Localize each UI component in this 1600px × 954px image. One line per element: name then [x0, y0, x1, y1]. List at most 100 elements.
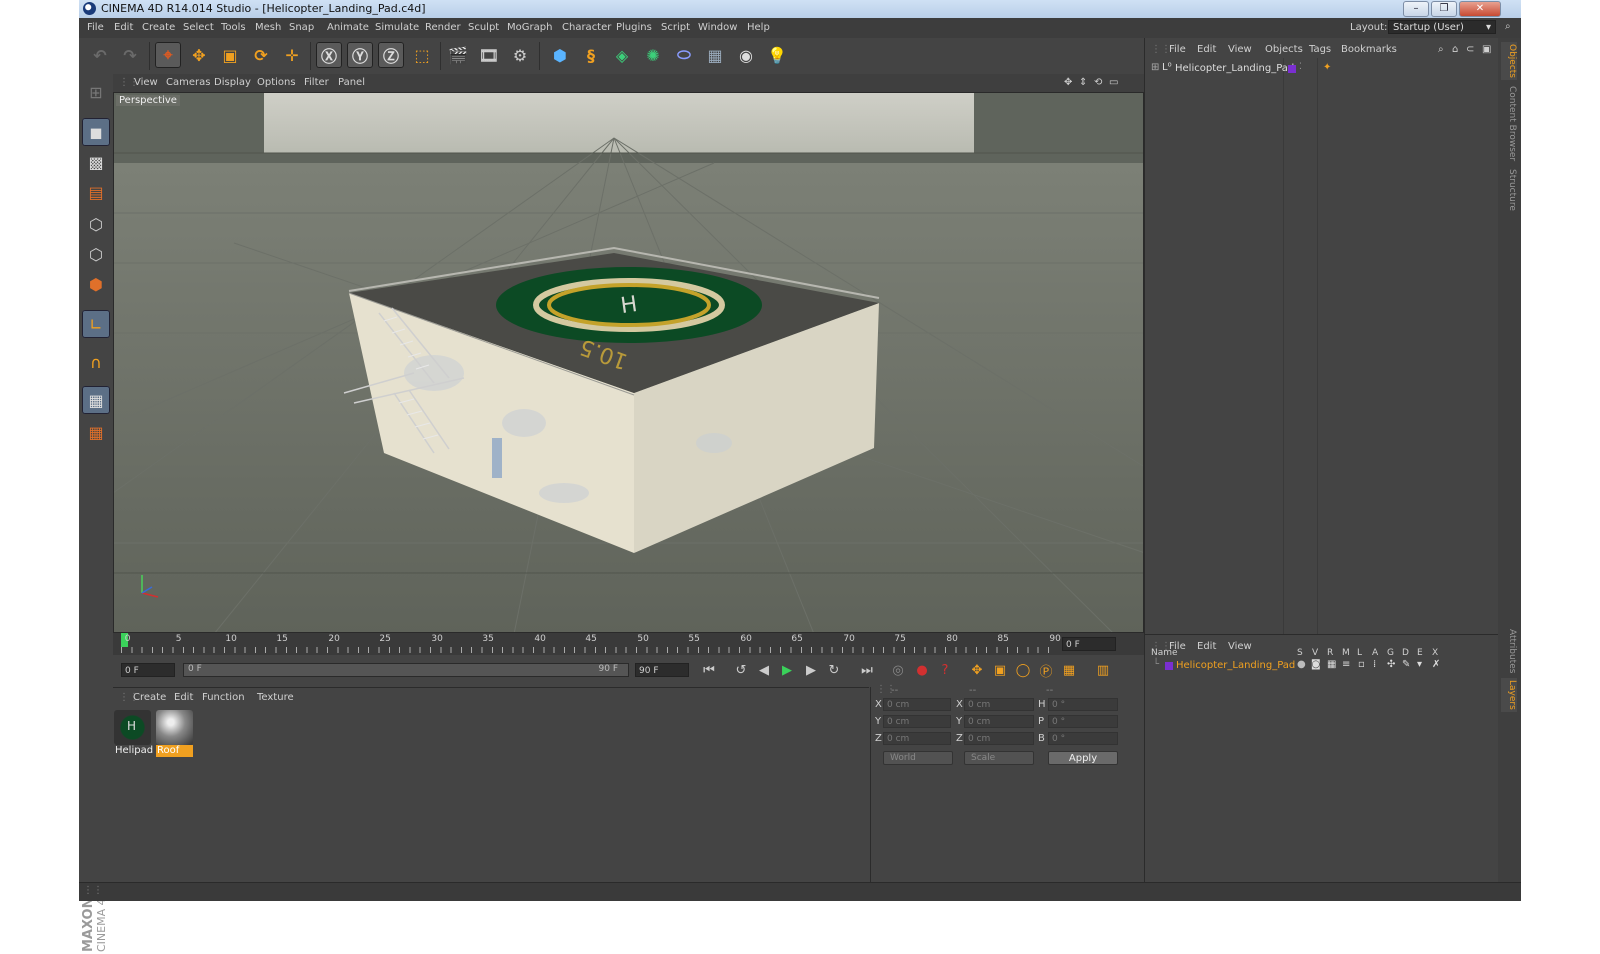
- menu-plugins[interactable]: Plugins: [616, 22, 652, 33]
- search-icon[interactable]: ⌕: [1438, 44, 1444, 55]
- deformer-icon[interactable]: ✎: [1402, 659, 1410, 670]
- material-menu-texture[interactable]: Texture: [257, 692, 294, 703]
- end-frame-field[interactable]: 90 F: [635, 663, 689, 677]
- material-menu-function[interactable]: Function: [202, 692, 245, 703]
- layer-row[interactable]: └ Helicopter_Landing_Pad ● ◙ ▦ ≡ ▫ ⁞ ✣ ✎…: [1151, 659, 1491, 673]
- redo-icon[interactable]: ↷: [117, 42, 143, 68]
- column-manager[interactable]: M: [1342, 648, 1350, 658]
- solo-icon[interactable]: ●: [1297, 659, 1306, 670]
- play-icon[interactable]: ▶: [777, 660, 797, 680]
- column-name[interactable]: Name: [1151, 648, 1178, 658]
- restore-button[interactable]: ❐: [1431, 1, 1457, 17]
- record-parameter-icon[interactable]: Ⓟ: [1036, 660, 1056, 680]
- menu-tools[interactable]: Tools: [221, 22, 246, 33]
- rotation-p-field[interactable]: 0 °: [1048, 715, 1118, 728]
- material-menu-edit[interactable]: Edit: [174, 692, 193, 703]
- axis-mode-icon[interactable]: ∟: [82, 310, 110, 338]
- workplane-icon[interactable]: ▦: [82, 386, 110, 414]
- undo-icon[interactable]: ↶: [87, 42, 113, 68]
- render-settings-icon[interactable]: ⚙: [507, 42, 533, 68]
- viewport-menu-panel[interactable]: Panel: [338, 77, 365, 88]
- generator-icon[interactable]: ✣: [1387, 659, 1395, 670]
- menu-simulate[interactable]: Simulate: [375, 22, 419, 33]
- range-slider[interactable]: 0 F 90 F: [183, 663, 629, 677]
- tab-layers[interactable]: Layers: [1501, 678, 1517, 712]
- record-icon[interactable]: ●: [912, 660, 932, 680]
- cinema4d-app-icon[interactable]: [83, 2, 96, 15]
- layers-menu-edit[interactable]: Edit: [1197, 641, 1216, 652]
- record-scale-icon[interactable]: ▣: [990, 660, 1010, 680]
- menu-character[interactable]: Character: [562, 22, 611, 33]
- layout-select[interactable]: Startup (User) ▾: [1388, 20, 1496, 34]
- position-y-field[interactable]: 0 cm: [883, 715, 951, 728]
- tab-attributes[interactable]: Attributes: [1501, 628, 1517, 674]
- position-x-field[interactable]: 0 cm: [883, 698, 951, 711]
- spline-icon[interactable]: §: [578, 42, 604, 68]
- menu-animate[interactable]: Animate: [327, 22, 369, 33]
- size-z-field[interactable]: 0 cm: [964, 732, 1034, 745]
- rotation-h-field[interactable]: 0 °: [1048, 698, 1118, 711]
- scale-icon[interactable]: ▣: [217, 42, 243, 68]
- previous-key-icon[interactable]: ↺: [731, 660, 751, 680]
- rotation-b-field[interactable]: 0 °: [1048, 732, 1118, 745]
- viewport-menu-options[interactable]: Options: [257, 77, 296, 88]
- light-icon[interactable]: 💡: [764, 42, 790, 68]
- recent-tools-icon[interactable]: ✛: [279, 42, 305, 68]
- minimize-button[interactable]: –: [1403, 1, 1429, 17]
- texture-tag-icon[interactable]: ✦: [1323, 62, 1331, 73]
- column-view[interactable]: V: [1312, 648, 1318, 658]
- animation-icon[interactable]: ⁞: [1373, 659, 1376, 670]
- objects-menu-view[interactable]: View: [1228, 44, 1252, 55]
- camera-icon[interactable]: ◉: [733, 42, 759, 68]
- live-selection-icon[interactable]: ⌖: [155, 42, 181, 68]
- go-to-end-icon[interactable]: ⏭: [857, 660, 877, 680]
- objects-menu-file[interactable]: File: [1169, 44, 1186, 55]
- eye-icon[interactable]: ◙: [1311, 659, 1321, 670]
- close-button[interactable]: ✕: [1459, 1, 1501, 17]
- cloner-icon[interactable]: ✺: [640, 42, 666, 68]
- start-frame-field[interactable]: 0 F: [121, 663, 175, 677]
- column-deformers[interactable]: D: [1402, 648, 1409, 658]
- menu-edit[interactable]: Edit: [114, 22, 133, 33]
- home-icon[interactable]: ⌂: [1452, 44, 1458, 55]
- record-point-level-icon[interactable]: ▦: [1059, 660, 1079, 680]
- viewport-maximize-icon[interactable]: ▭: [1109, 77, 1118, 88]
- menu-select[interactable]: Select: [183, 22, 214, 33]
- record-rotation-icon[interactable]: ◯: [1013, 660, 1033, 680]
- column-generators[interactable]: G: [1387, 648, 1394, 658]
- search-icon[interactable]: ⌕: [1505, 21, 1511, 32]
- render-picture-viewer-icon[interactable]: 🎞: [476, 42, 502, 68]
- timeline-ruler[interactable]: 0 5 10 15 20 25 30 35 40 45 50 55 60 65 …: [113, 633, 1144, 655]
- size-y-field[interactable]: 0 cm: [964, 715, 1034, 728]
- render-view-icon[interactable]: 🎬: [445, 42, 471, 68]
- texture-mode-icon[interactable]: ▩: [82, 148, 110, 176]
- polygons-mode-icon[interactable]: ⬢: [82, 270, 110, 298]
- layers-menu-view[interactable]: View: [1228, 641, 1252, 652]
- tab-objects[interactable]: Objects: [1501, 42, 1517, 80]
- layer-name[interactable]: Helicopter_Landing_Pad: [1176, 660, 1295, 671]
- column-locked[interactable]: L: [1357, 648, 1362, 658]
- object-row[interactable]: ⊞ L⁰ Helicopter_Landing_Pad ⁚ ✦: [1151, 62, 1491, 76]
- object-name[interactable]: Helicopter_Landing_Pad: [1175, 63, 1294, 74]
- floor-environment-icon[interactable]: ▦: [702, 42, 728, 68]
- expression-icon[interactable]: ▾: [1417, 659, 1422, 670]
- viewport-dolly-icon[interactable]: ⇕: [1079, 77, 1087, 88]
- previous-frame-icon[interactable]: ◀: [754, 660, 774, 680]
- viewport-menu-cameras[interactable]: Cameras: [166, 77, 210, 88]
- menu-create[interactable]: Create: [142, 22, 175, 33]
- viewport-menu-filter[interactable]: Filter: [304, 77, 329, 88]
- menu-render[interactable]: Render: [425, 22, 461, 33]
- menu-file[interactable]: File: [87, 22, 104, 33]
- points-mode-icon[interactable]: ⬡: [82, 210, 110, 238]
- new-window-icon[interactable]: ▣: [1482, 44, 1491, 55]
- y-axis-lock-icon[interactable]: Ⓨ: [347, 42, 373, 68]
- visibility-dots-icon[interactable]: ⁚: [1299, 62, 1302, 72]
- material-swatch-roof[interactable]: Roof: [156, 710, 193, 757]
- viewport-rotate-icon[interactable]: ⟲: [1094, 77, 1102, 88]
- material-menu-create[interactable]: Create: [133, 692, 166, 703]
- perspective-viewport[interactable]: H 10.5 Perspective: [113, 92, 1144, 633]
- menu-mesh[interactable]: Mesh: [255, 22, 281, 33]
- move-icon[interactable]: ✥: [186, 42, 212, 68]
- menu-script[interactable]: Script: [661, 22, 690, 33]
- material-swatch-helipad[interactable]: H Helipad: [114, 710, 153, 756]
